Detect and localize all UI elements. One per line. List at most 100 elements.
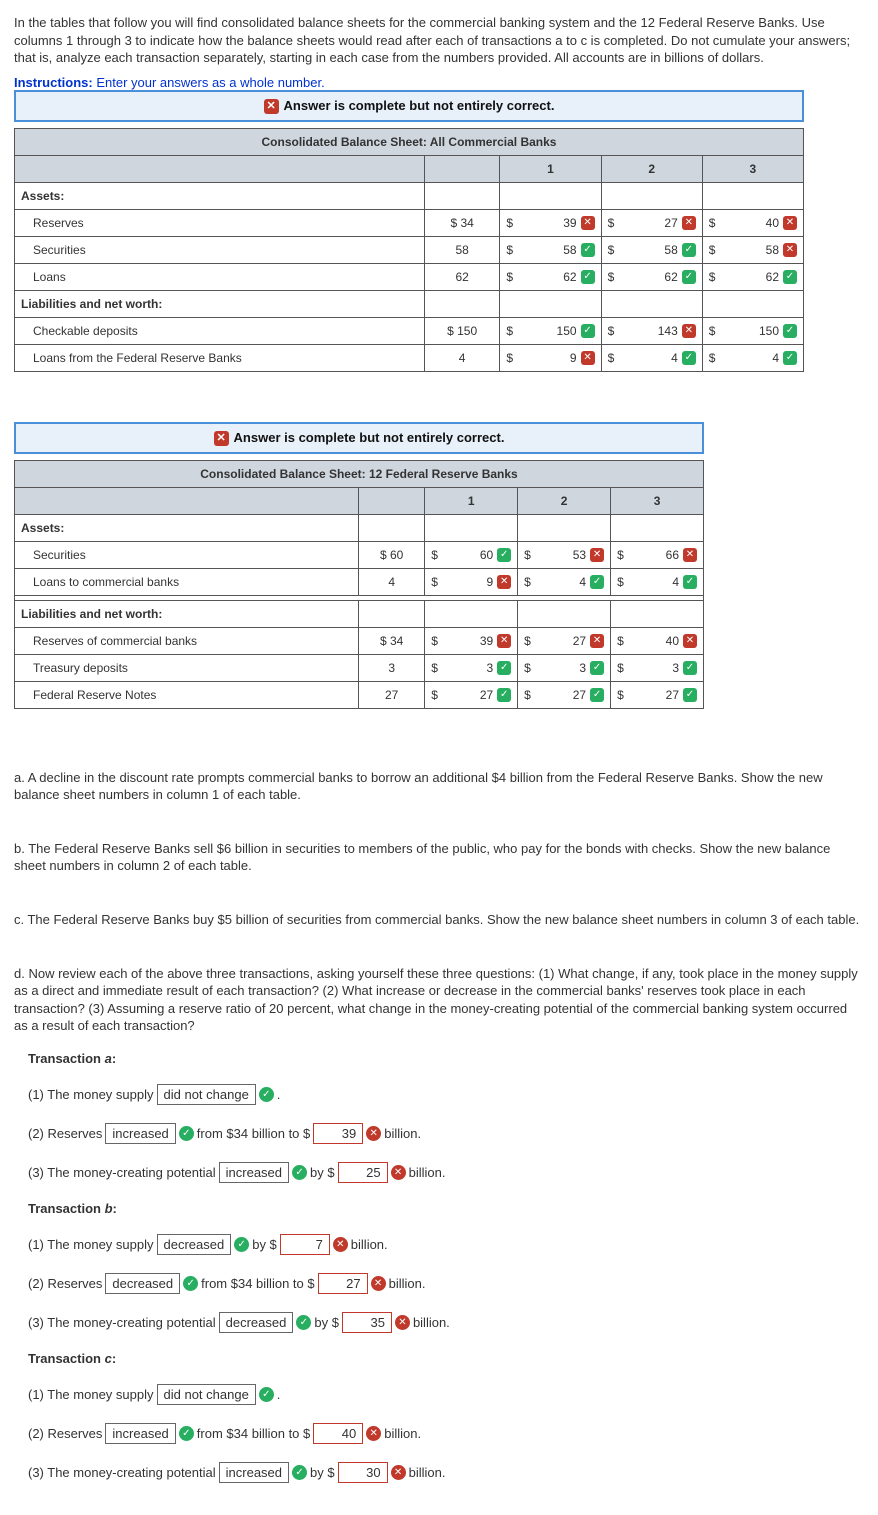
question-d: d. Now review each of the above three tr… — [14, 965, 864, 1035]
check-icon: ✓ — [497, 688, 511, 702]
table-row: Securities$ 60 $✓60 $✕53 $✕66 — [15, 541, 704, 568]
x-icon: ✕ — [682, 324, 696, 338]
a3-input[interactable]: 25 — [338, 1162, 388, 1183]
x-icon: ✕ — [683, 634, 697, 648]
a1-line: (1) The money supply did not change ✓. — [14, 1084, 864, 1105]
x-icon: ✕ — [783, 216, 797, 230]
check-icon: ✓ — [590, 575, 604, 589]
x-icon: ✕ — [581, 216, 595, 230]
check-icon: ✓ — [783, 351, 797, 365]
question-a: a. A decline in the discount rate prompt… — [14, 769, 864, 804]
check-icon: ✓ — [683, 661, 697, 675]
check-icon: ✓ — [682, 351, 696, 365]
x-icon: ✕ — [366, 1126, 381, 1141]
a2-select[interactable]: increased — [105, 1123, 175, 1144]
col1-header: 1 — [500, 155, 601, 182]
col3-header: 3 — [702, 155, 803, 182]
table-row: Federal Reserve Notes27 $✓27 $✓27 $✓27 — [15, 681, 704, 708]
x-icon: ✕ — [371, 1276, 386, 1291]
commercial-banks-table: Consolidated Balance Sheet: All Commerci… — [14, 128, 804, 372]
check-icon: ✓ — [590, 661, 604, 675]
table-row: Loans62 $✓62 $✓62 $✓62 — [15, 263, 804, 290]
x-icon: ✕ — [683, 548, 697, 562]
a3-select[interactable]: increased — [219, 1162, 289, 1183]
x-icon: ✕ — [590, 634, 604, 648]
check-icon: ✓ — [581, 324, 595, 338]
c2-line: (2) Reserves increased ✓ from $34 billio… — [14, 1423, 864, 1444]
check-icon: ✓ — [783, 324, 797, 338]
table-row: Loans to commercial banks4 $✕9 $✓4 $✓4 — [15, 568, 704, 595]
col3-header: 3 — [611, 487, 704, 514]
liabilities-header: Liabilities and net worth: — [15, 600, 359, 627]
x-icon: ✕ — [214, 431, 229, 446]
b2-input[interactable]: 27 — [318, 1273, 368, 1294]
check-icon: ✓ — [590, 688, 604, 702]
table-row: Securities58 $✓58 $✓58 $✕58 — [15, 236, 804, 263]
check-icon: ✓ — [179, 1126, 194, 1141]
table-row: Loans from the Federal Reserve Banks4 $✕… — [15, 344, 804, 371]
instructions-label: Instructions: — [14, 75, 93, 90]
b1-input[interactable]: 7 — [280, 1234, 330, 1255]
check-icon: ✓ — [497, 548, 511, 562]
x-icon: ✕ — [391, 1465, 406, 1480]
table-row: Checkable deposits$ 150 $✓150 $✕143 $✓15… — [15, 317, 804, 344]
liabilities-header: Liabilities and net worth: — [15, 290, 425, 317]
x-icon: ✕ — [497, 575, 511, 589]
col2-header: 2 — [601, 155, 702, 182]
c1-line: (1) The money supply did not change ✓. — [14, 1384, 864, 1405]
b3-input[interactable]: 35 — [342, 1312, 392, 1333]
col2-header: 2 — [518, 487, 611, 514]
instructions-text: Enter your answers as a whole number. — [93, 75, 325, 90]
check-icon: ✓ — [183, 1276, 198, 1291]
check-icon: ✓ — [292, 1465, 307, 1480]
check-icon: ✓ — [581, 270, 595, 284]
x-icon: ✕ — [366, 1426, 381, 1441]
table-row: Treasury deposits3 $✓3 $✓3 $✓3 — [15, 654, 704, 681]
table2-title: Consolidated Balance Sheet: 12 Federal R… — [15, 460, 704, 487]
b3-line: (3) The money-creating potential decreas… — [14, 1312, 864, 1333]
c3-select[interactable]: increased — [219, 1462, 289, 1483]
a1-select[interactable]: did not change — [157, 1084, 256, 1105]
c2-input[interactable]: 40 — [313, 1423, 363, 1444]
question-b: b. The Federal Reserve Banks sell $6 bil… — [14, 840, 864, 875]
federal-reserve-table: Consolidated Balance Sheet: 12 Federal R… — [14, 460, 704, 709]
x-icon: ✕ — [581, 351, 595, 365]
x-icon: ✕ — [333, 1237, 348, 1252]
b2-select[interactable]: decreased — [105, 1273, 180, 1294]
c3-line: (3) The money-creating potential increas… — [14, 1462, 864, 1483]
c3-input[interactable]: 30 — [338, 1462, 388, 1483]
col1-header: 1 — [425, 487, 518, 514]
intro-text: In the tables that follow you will find … — [14, 14, 864, 67]
feedback-banner-1: ✕Answer is complete but not entirely cor… — [14, 90, 804, 122]
x-icon: ✕ — [590, 548, 604, 562]
transaction-c-header: Transaction c: — [14, 1351, 864, 1366]
a2-input[interactable]: 39 — [313, 1123, 363, 1144]
check-icon: ✓ — [581, 243, 595, 257]
b3-select[interactable]: decreased — [219, 1312, 294, 1333]
check-icon: ✓ — [234, 1237, 249, 1252]
a2-line: (2) Reserves increased ✓ from $34 billio… — [14, 1123, 864, 1144]
check-icon: ✓ — [783, 270, 797, 284]
check-icon: ✓ — [259, 1387, 274, 1402]
check-icon: ✓ — [682, 243, 696, 257]
transaction-a-header: Transaction a: — [14, 1051, 864, 1066]
check-icon: ✓ — [179, 1426, 194, 1441]
check-icon: ✓ — [683, 575, 697, 589]
b1-select[interactable]: decreased — [157, 1234, 232, 1255]
c2-select[interactable]: increased — [105, 1423, 175, 1444]
check-icon: ✓ — [259, 1087, 274, 1102]
x-icon: ✕ — [783, 243, 797, 257]
c1-select[interactable]: did not change — [157, 1384, 256, 1405]
table1-title: Consolidated Balance Sheet: All Commerci… — [15, 128, 804, 155]
table-row: Reserves of commercial banks$ 34 $✕39 $✕… — [15, 627, 704, 654]
assets-header: Assets: — [15, 182, 425, 209]
x-icon: ✕ — [497, 634, 511, 648]
table-row: Reserves$ 34 $✕39 $✕27 $✕40 — [15, 209, 804, 236]
feedback-banner-2: ✕Answer is complete but not entirely cor… — [14, 422, 704, 454]
question-c: c. The Federal Reserve Banks buy $5 bill… — [14, 911, 864, 929]
b1-line: (1) The money supply decreased ✓ by $ 7 … — [14, 1234, 864, 1255]
check-icon: ✓ — [296, 1315, 311, 1330]
x-icon: ✕ — [391, 1165, 406, 1180]
x-icon: ✕ — [395, 1315, 410, 1330]
x-icon: ✕ — [264, 99, 279, 114]
